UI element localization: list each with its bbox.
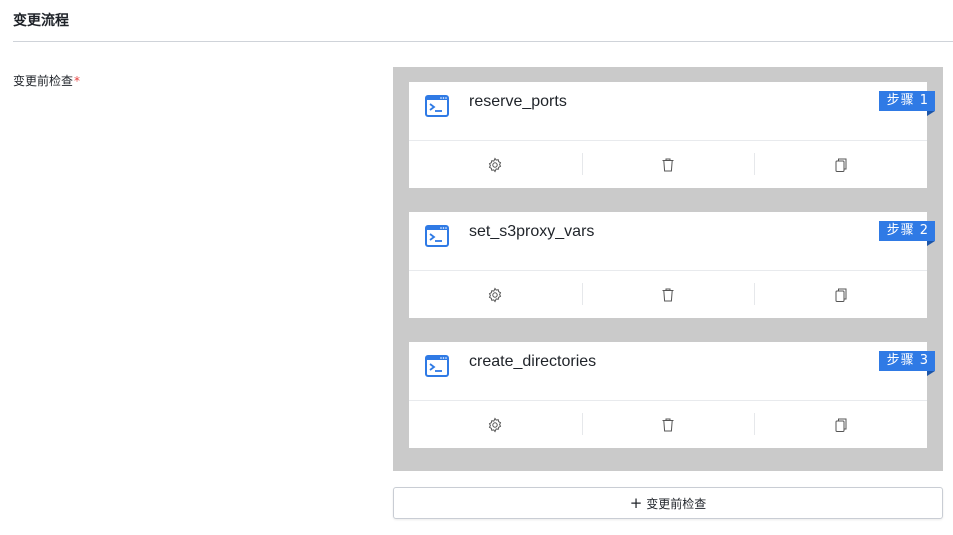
trash-icon — [662, 418, 674, 431]
step-card[interactable]: create_directories 步骤 3 — [409, 342, 936, 448]
terminal-icon — [425, 225, 449, 247]
gear-icon — [489, 287, 502, 302]
step-badge: 步骤 2 — [878, 221, 936, 246]
gear-icon — [489, 157, 502, 172]
field-label: 变更前检查* — [13, 72, 80, 89]
copy-icon — [835, 288, 847, 302]
copy-icon — [835, 158, 847, 172]
copy-button[interactable] — [754, 271, 927, 318]
trash-icon — [662, 288, 674, 301]
step-card[interactable]: reserve_ports 步骤 1 — [409, 82, 936, 188]
plus-icon: + — [629, 493, 643, 512]
step-actions — [409, 401, 927, 448]
trash-icon — [662, 158, 674, 171]
step-card-header: create_directories 步骤 3 — [409, 342, 936, 401]
step-name: set_s3proxy_vars — [469, 223, 595, 240]
field-label-text: 变更前检查 — [13, 74, 74, 88]
step-card[interactable]: set_s3proxy_vars 步骤 2 — [409, 212, 936, 318]
add-precheck-button[interactable]: + 变更前检查 — [393, 487, 943, 519]
gear-icon — [489, 417, 502, 432]
add-precheck-label: 变更前检查 — [646, 496, 707, 511]
copy-button[interactable] — [754, 401, 927, 448]
settings-button[interactable] — [409, 141, 582, 188]
divider — [13, 41, 953, 42]
step-name: reserve_ports — [469, 93, 567, 110]
terminal-icon — [425, 95, 449, 117]
delete-button[interactable] — [581, 141, 755, 188]
step-actions — [409, 141, 927, 188]
delete-button[interactable] — [581, 271, 755, 318]
section-title: 变更流程 — [13, 13, 69, 29]
required-mark: * — [74, 74, 81, 88]
page: 变更流程 变更前检查* reserve_ports 步骤 1 set_s3pro… — [0, 0, 953, 535]
step-card-header: set_s3proxy_vars 步骤 2 — [409, 212, 936, 271]
steps-panel: reserve_ports 步骤 1 set_s3proxy_vars 步骤 2… — [393, 67, 943, 471]
settings-button[interactable] — [409, 401, 582, 448]
step-actions — [409, 271, 927, 318]
step-badge: 步骤 3 — [878, 351, 936, 376]
delete-button[interactable] — [581, 401, 755, 448]
step-name: create_directories — [469, 353, 597, 370]
terminal-icon — [425, 355, 449, 377]
step-card-header: reserve_ports 步骤 1 — [409, 82, 936, 141]
copy-button[interactable] — [754, 141, 927, 188]
settings-button[interactable] — [409, 271, 582, 318]
copy-icon — [835, 418, 847, 432]
step-badge: 步骤 1 — [878, 91, 936, 116]
